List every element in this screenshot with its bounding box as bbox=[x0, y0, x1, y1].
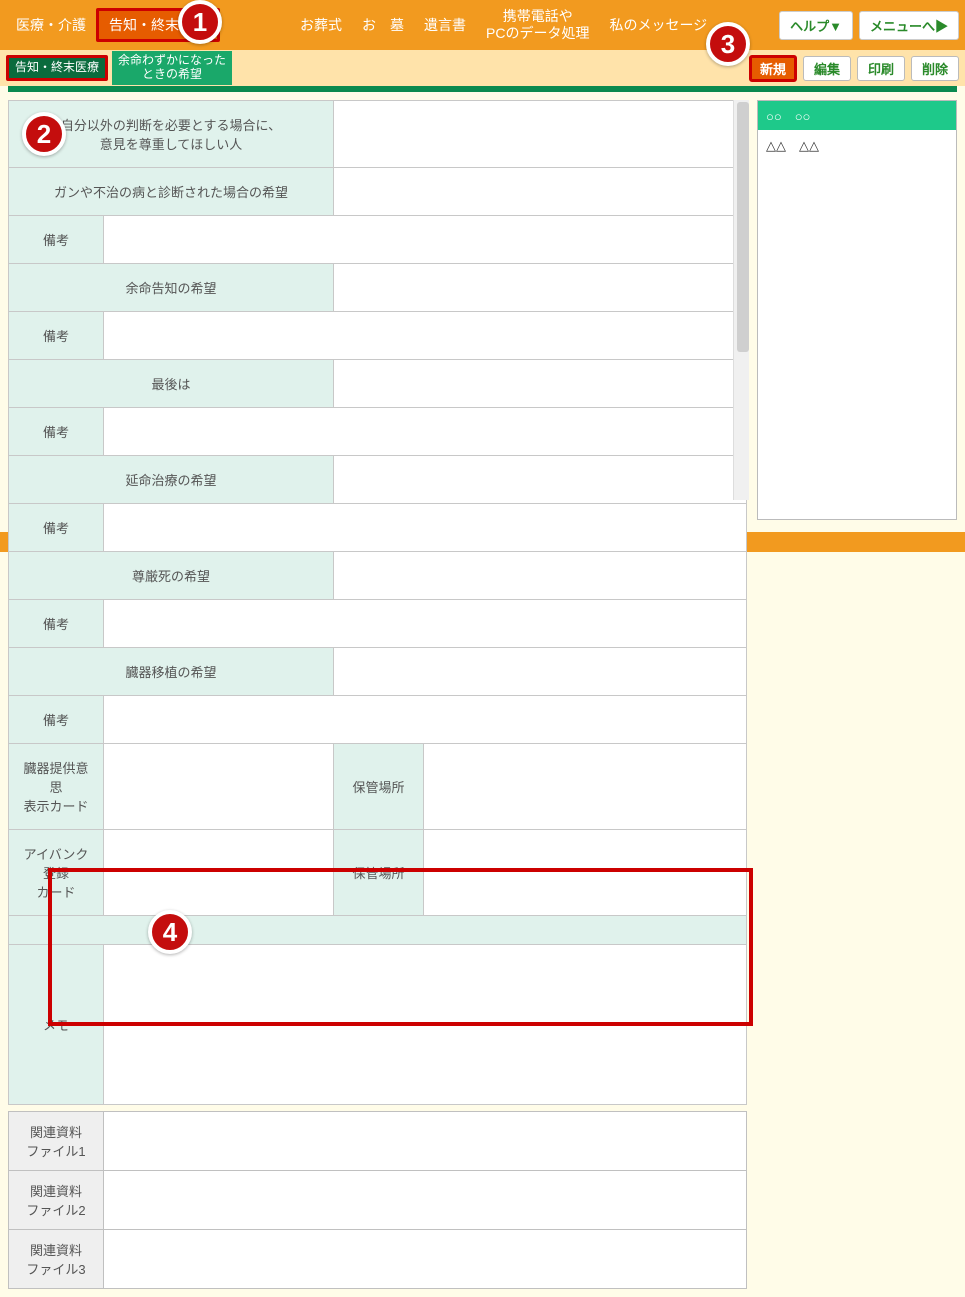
field-memo[interactable] bbox=[104, 945, 747, 1105]
help-button[interactable]: ヘルプ▼ bbox=[779, 11, 853, 40]
label-memo: メモ bbox=[9, 945, 104, 1105]
label-biko-5: 備考 bbox=[9, 600, 104, 648]
edit-button[interactable]: 編集 bbox=[803, 56, 851, 81]
label-storage-1: 保管場所 bbox=[334, 744, 424, 830]
badge-2: 2 bbox=[22, 112, 66, 156]
nav-medical[interactable]: 医療・介護 bbox=[6, 11, 96, 40]
field-organ-card[interactable] bbox=[104, 744, 334, 830]
subtab-notification-terminal[interactable]: 告知・終末医療 bbox=[6, 55, 108, 81]
file-table: 関連資料 ファイル1 関連資料 ファイル2 関連資料 ファイル3 bbox=[8, 1111, 747, 1289]
label-organ-transplant: 臓器移植の希望 bbox=[9, 648, 334, 696]
sub-bar: 告知・終末医療 余命わずかになった ときの希望 新規 編集 印刷 削除 bbox=[0, 50, 965, 86]
side-item-1[interactable]: ○○ ○○ bbox=[758, 101, 956, 130]
new-button[interactable]: 新規 bbox=[749, 55, 797, 82]
field-storage-1[interactable] bbox=[424, 744, 747, 830]
field-organ-transplant[interactable] bbox=[334, 648, 747, 696]
field-file2[interactable] bbox=[104, 1171, 747, 1230]
menu-button[interactable]: メニューへ▶ bbox=[859, 11, 959, 40]
spacer-row bbox=[9, 916, 747, 945]
label-dignity-death: 尊厳死の希望 bbox=[9, 552, 334, 600]
label-cancer-wish: ガンや不治の病と診断された場合の希望 bbox=[9, 168, 334, 216]
field-biko-1[interactable] bbox=[104, 216, 747, 264]
field-eyebank-card[interactable] bbox=[104, 830, 334, 916]
label-storage-2: 保管場所 bbox=[334, 830, 424, 916]
label-file3: 関連資料 ファイル3 bbox=[9, 1230, 104, 1289]
label-biko-1: 備考 bbox=[9, 216, 104, 264]
label-life-notice: 余命告知の希望 bbox=[9, 264, 334, 312]
label-file1: 関連資料 ファイル1 bbox=[9, 1112, 104, 1171]
nav-my-message[interactable]: 私のメッセージ bbox=[599, 11, 717, 40]
label-biko-6: 備考 bbox=[9, 696, 104, 744]
form-table: 自分以外の判断を必要とする場合に、 意見を尊重してほしい人 ガンや不治の病と診断… bbox=[8, 100, 747, 1105]
field-biko-6[interactable] bbox=[104, 696, 747, 744]
nav-grave[interactable]: お 墓 bbox=[352, 11, 414, 40]
field-life-prolong[interactable] bbox=[334, 456, 747, 504]
field-dignity-death[interactable] bbox=[334, 552, 747, 600]
label-biko-2: 備考 bbox=[9, 312, 104, 360]
label-last: 最後は bbox=[9, 360, 334, 408]
label-organ-card: 臓器提供意思 表示カード bbox=[9, 744, 104, 830]
label-eyebank-card: アイバンク登録 カード bbox=[9, 830, 104, 916]
nav-funeral[interactable]: お葬式 bbox=[290, 11, 352, 40]
badge-3: 3 bbox=[706, 22, 750, 66]
field-file1[interactable] bbox=[104, 1112, 747, 1171]
delete-button[interactable]: 削除 bbox=[911, 56, 959, 81]
print-button[interactable]: 印刷 bbox=[857, 56, 905, 81]
badge-1: 1 bbox=[178, 0, 222, 44]
scrollbar-thumb[interactable] bbox=[737, 102, 749, 352]
label-biko-4: 備考 bbox=[9, 504, 104, 552]
field-opinion-person[interactable] bbox=[334, 101, 747, 168]
side-item-2[interactable]: △△ △△ bbox=[758, 130, 956, 159]
field-storage-2[interactable] bbox=[424, 830, 747, 916]
field-biko-2[interactable] bbox=[104, 312, 747, 360]
top-nav: 医療・介護 告知・終末医療 お葬式 お 墓 遺言書 携帯電話や PCのデータ処理… bbox=[0, 0, 965, 50]
label-file2: 関連資料 ファイル2 bbox=[9, 1171, 104, 1230]
field-life-notice[interactable] bbox=[334, 264, 747, 312]
field-last[interactable] bbox=[334, 360, 747, 408]
subtab-life-remaining[interactable]: 余命わずかになった ときの希望 bbox=[112, 51, 232, 85]
field-cancer-wish[interactable] bbox=[334, 168, 747, 216]
field-biko-4[interactable] bbox=[104, 504, 747, 552]
nav-will[interactable]: 遺言書 bbox=[414, 11, 476, 40]
badge-4: 4 bbox=[148, 910, 192, 954]
side-panel: ○○ ○○ △△ △△ bbox=[757, 100, 957, 520]
field-biko-3[interactable] bbox=[104, 408, 747, 456]
form-area: 自分以外の判断を必要とする場合に、 意見を尊重してほしい人 ガンや不治の病と診断… bbox=[8, 100, 747, 1289]
nav-phone-pc[interactable]: 携帯電話や PCのデータ処理 bbox=[476, 2, 599, 48]
label-life-prolong: 延命治療の希望 bbox=[9, 456, 334, 504]
field-file3[interactable] bbox=[104, 1230, 747, 1289]
label-biko-3: 備考 bbox=[9, 408, 104, 456]
scrollbar-track[interactable] bbox=[733, 100, 749, 500]
field-biko-5[interactable] bbox=[104, 600, 747, 648]
